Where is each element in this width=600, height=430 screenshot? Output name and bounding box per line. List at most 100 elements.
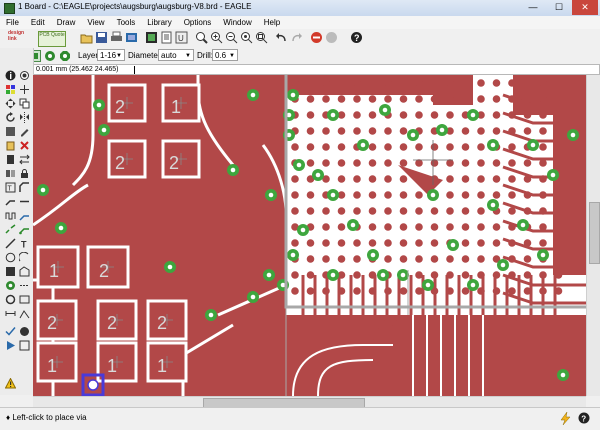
stop-command-icon[interactable]: ? — [578, 412, 590, 424]
info-icon[interactable] — [5, 70, 16, 81]
cam-icon[interactable] — [125, 31, 138, 44]
diameter-select[interactable]: auto ▼ — [158, 49, 194, 61]
menu-bar: File Edit Draw View Tools Library Options Windo… — [0, 16, 600, 29]
bga-pad — [306, 191, 315, 199]
pinswap-icon[interactable] — [19, 154, 30, 165]
circle-icon[interactable] — [5, 252, 16, 263]
run-ulp-icon[interactable]: U — [175, 31, 188, 44]
menu-draw[interactable]: Draw — [51, 16, 82, 29]
close-button[interactable]: ✕ — [572, 0, 598, 15]
layer-select[interactable]: 1-16 ▼ — [97, 49, 125, 61]
text-icon[interactable]: T — [19, 238, 30, 250]
script-icon[interactable] — [160, 31, 173, 44]
warning-icon[interactable] — [5, 378, 16, 389]
pcb-quote-button[interactable]: PCB Quote — [38, 31, 66, 47]
bga-pad — [322, 207, 330, 215]
zoom-area-icon[interactable] — [255, 31, 268, 44]
wire-icon[interactable] — [5, 238, 16, 249]
run-icon[interactable] — [5, 340, 16, 351]
autoroute-icon[interactable] — [19, 224, 30, 235]
miter-icon[interactable] — [19, 182, 30, 193]
rotate-icon[interactable] — [5, 112, 16, 123]
go-icon[interactable] — [325, 31, 338, 44]
smash-icon[interactable]: T — [5, 182, 16, 193]
via-shape-round-icon[interactable] — [44, 50, 56, 62]
drc-icon[interactable] — [5, 326, 16, 337]
lock-icon[interactable] — [19, 168, 30, 179]
bga-pad — [508, 239, 516, 247]
zoom-in-icon[interactable] — [210, 31, 223, 44]
meander-icon[interactable] — [5, 210, 16, 221]
bga-pad — [399, 191, 408, 199]
print-icon[interactable] — [110, 31, 123, 44]
group-icon[interactable] — [5, 126, 16, 137]
paste-icon[interactable] — [5, 140, 16, 151]
redo-icon[interactable] — [290, 31, 303, 44]
arc-icon[interactable] — [19, 252, 30, 263]
menu-window[interactable]: Window — [217, 16, 257, 29]
open-icon[interactable] — [80, 31, 93, 44]
bga-pad — [306, 143, 315, 151]
show-icon[interactable] — [19, 70, 30, 81]
lightning-icon[interactable] — [560, 412, 572, 425]
board-canvas[interactable]: 2 1 2 2 1 2 2 2 2 1 1 1 — [33, 75, 586, 396]
script-tool-icon[interactable] — [19, 340, 30, 351]
minimize-button[interactable]: — — [520, 0, 546, 15]
bga-pad — [337, 143, 346, 151]
menu-view[interactable]: View — [81, 16, 110, 29]
ripup-icon[interactable] — [5, 224, 16, 235]
stop-icon[interactable] — [310, 31, 323, 44]
copy-icon[interactable] — [19, 98, 30, 109]
display-icon[interactable] — [5, 84, 16, 95]
bga-pad — [353, 271, 361, 279]
menu-library[interactable]: Library — [141, 16, 177, 29]
errors-icon[interactable] — [19, 326, 30, 337]
via-drill — [101, 127, 107, 133]
signal-icon[interactable] — [19, 280, 30, 291]
bga-pad — [368, 111, 377, 119]
pcb-layout[interactable]: 2 1 2 2 1 2 2 2 2 1 1 1 — [33, 75, 586, 396]
bga-pad — [430, 175, 439, 183]
hole-icon[interactable] — [5, 294, 16, 305]
command-input[interactable] — [134, 66, 135, 74]
replace-icon[interactable] — [5, 168, 16, 179]
vertical-scroll-thumb[interactable] — [589, 202, 600, 264]
menu-tools[interactable]: Tools — [111, 16, 142, 29]
bga-pad — [554, 111, 563, 119]
polygon-icon[interactable] — [19, 266, 30, 277]
menu-options[interactable]: Options — [178, 16, 218, 29]
attribute-icon[interactable] — [19, 294, 30, 305]
zoom-redraw-icon[interactable] — [240, 31, 253, 44]
mirror-icon[interactable] — [19, 112, 30, 123]
zoom-out-icon[interactable] — [225, 31, 238, 44]
via-shape-octagon-icon[interactable] — [59, 50, 71, 62]
help-icon[interactable]: ? — [350, 31, 363, 44]
via-icon[interactable] — [5, 280, 16, 291]
split-icon[interactable] — [5, 196, 16, 207]
menu-edit[interactable]: Edit — [25, 16, 51, 29]
mark-icon[interactable] — [19, 84, 30, 95]
command-line[interactable]: 0.001 mm (25.462 24.465) — [33, 64, 600, 75]
move-icon[interactable] — [5, 98, 16, 109]
maximize-button[interactable]: ☐ — [546, 0, 572, 15]
add-icon[interactable] — [5, 154, 16, 165]
bga-pad — [539, 191, 547, 199]
menu-help[interactable]: Help — [258, 16, 286, 29]
vertical-scrollbar[interactable] — [586, 75, 600, 396]
change-icon[interactable] — [19, 126, 30, 137]
save-icon[interactable] — [95, 31, 108, 44]
bga-pad — [399, 79, 408, 87]
ratsnest-icon[interactable] — [19, 308, 30, 319]
undo-icon[interactable] — [275, 31, 288, 44]
zoom-fit-icon[interactable] — [195, 31, 208, 44]
route-icon[interactable] — [19, 210, 30, 221]
rect-icon[interactable] — [5, 266, 16, 277]
design-link-button[interactable]: design link — [8, 30, 32, 46]
bga-pad — [477, 287, 485, 295]
drill-select[interactable]: 0.6 ▼ — [212, 49, 238, 61]
board-schematic-icon[interactable] — [145, 31, 158, 44]
optimize-icon[interactable] — [19, 196, 30, 207]
dimension-icon[interactable] — [5, 308, 16, 319]
delete-icon[interactable] — [19, 140, 30, 151]
menu-file[interactable]: File — [0, 16, 25, 29]
